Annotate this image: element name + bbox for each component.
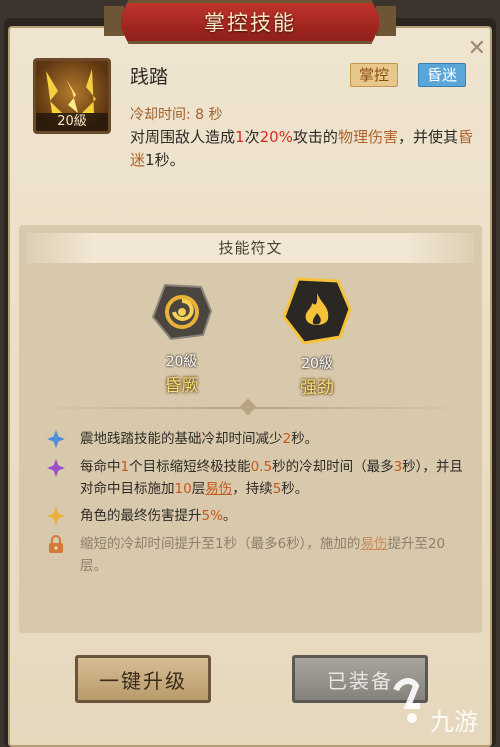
effect-text-1: 震地践踏技能的基础冷却时间减少2秒。 <box>80 431 319 447</box>
skill-name: 践踏 <box>130 66 169 88</box>
upgrade-all-button[interactable]: 一键升级 <box>75 655 211 703</box>
skill-description: 对周围敌人造成1次20%攻击的物理伤害，并使其昏迷1秒。 <box>130 128 473 169</box>
svg-text:九游: 九游 <box>430 708 478 736</box>
rune-name: 强劲 <box>300 378 334 398</box>
vulnerable-link-locked[interactable]: 易伤 <box>360 536 387 552</box>
flame-rune-icon <box>282 277 352 345</box>
tag-stun: 昏迷 <box>418 63 467 87</box>
cooldown-text: 冷却时间: 8 秒 <box>130 107 223 123</box>
rune-item-faint[interactable]: 20級 昏厥 <box>144 277 219 396</box>
effect-text-2: 每命中1个目标缩短终极技能0.5秒的冷却时间（最多3秒），并且对命中目标施加10… <box>80 459 463 497</box>
swirl-rune-icon <box>151 283 212 341</box>
blue-star-icon <box>47 430 65 448</box>
rune-name: 昏厥 <box>164 376 199 396</box>
skill-icon: 20級 <box>33 58 111 134</box>
rune-level: 20級 <box>301 356 333 372</box>
divider-chevron-icon <box>239 398 257 416</box>
effect-text-4-locked: 缩短的冷却时间提升至1秒（最多6秒），施加的易伤提升至20层。 <box>80 536 446 574</box>
rune-level: 20級 <box>165 354 198 370</box>
tag-mastery: 掌控 <box>350 63 399 87</box>
gold-star-icon <box>47 507 65 525</box>
purple-star-icon <box>47 459 65 477</box>
rune-item-power[interactable]: 20級 强劲 <box>277 273 357 398</box>
close-icon[interactable]: ✕ <box>468 36 486 61</box>
vulnerable-link[interactable]: 易伤 <box>205 481 232 497</box>
lock-icon <box>49 535 63 553</box>
skill-level-badge: 20級 <box>36 113 108 131</box>
title-banner: 掌控技能 <box>118 0 382 44</box>
site-logo-watermark: 九游 <box>393 678 478 736</box>
page-title: 掌控技能 <box>204 11 296 35</box>
effect-text-3: 角色的最终伤害提升5%。 <box>80 508 237 524</box>
rune-section-title: 技能符文 <box>27 233 474 263</box>
